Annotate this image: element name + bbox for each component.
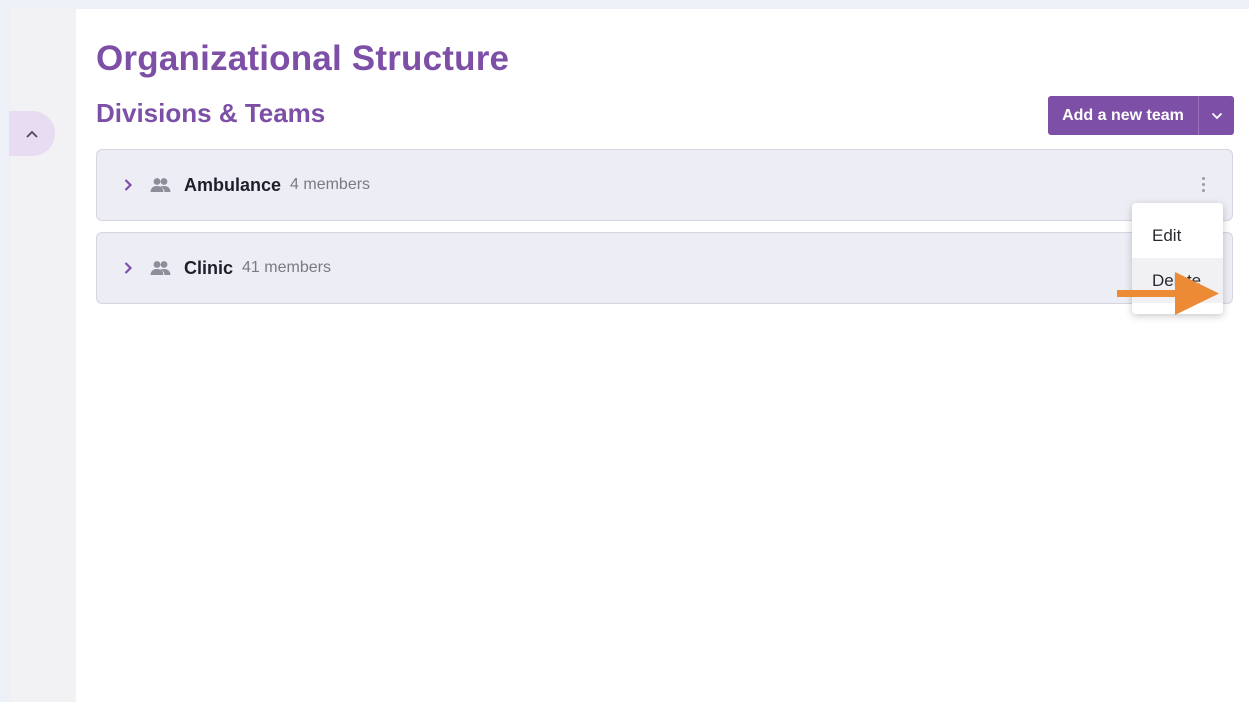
team-member-count: 41 members bbox=[242, 259, 331, 276]
menu-item-edit[interactable]: Edit bbox=[1132, 213, 1223, 258]
add-team-options-button[interactable] bbox=[1198, 96, 1234, 135]
chevron-down-icon bbox=[1211, 112, 1222, 119]
team-row[interactable]: Ambulance 4 members bbox=[96, 149, 1233, 221]
chevron-right-icon[interactable] bbox=[120, 260, 136, 276]
team-name[interactable]: Ambulance bbox=[184, 175, 281, 196]
team-member-count: 4 members bbox=[290, 176, 371, 193]
kebab-icon[interactable] bbox=[1196, 172, 1210, 196]
page-title: Organizational Structure bbox=[96, 39, 510, 78]
team-name[interactable]: Clinic bbox=[184, 258, 233, 279]
section-title: Divisions & Teams bbox=[96, 98, 326, 128]
people-icon bbox=[148, 176, 172, 194]
chevron-right-icon[interactable] bbox=[120, 177, 136, 193]
chevron-up-icon bbox=[26, 130, 38, 138]
people-icon bbox=[148, 259, 172, 277]
main-content: Organizational Structure Divisions & Tea… bbox=[76, 9, 1249, 702]
arrow-right-icon bbox=[1117, 272, 1219, 315]
add-team-button[interactable]: Add a new team bbox=[1048, 96, 1198, 135]
team-row[interactable]: Clinic 41 members bbox=[96, 232, 1233, 304]
add-team-split-button: Add a new team bbox=[1048, 96, 1234, 135]
sidebar-collapse-button[interactable] bbox=[9, 111, 55, 156]
